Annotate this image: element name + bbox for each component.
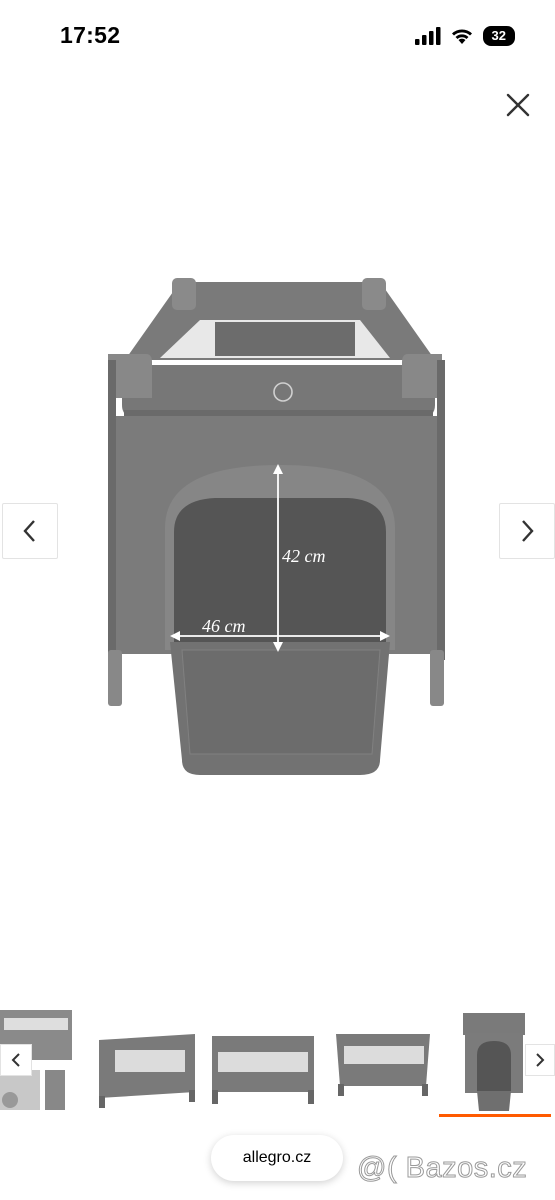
thumbnail[interactable]: [210, 1000, 318, 1112]
chevron-left-icon: [11, 1053, 20, 1067]
chevron-right-icon: [536, 1053, 545, 1067]
status-icons: 32: [414, 26, 515, 46]
active-thumbnail-indicator: [439, 1114, 551, 1117]
product-image: 42 cm 46 cm: [108, 278, 445, 775]
signal-icon: [414, 27, 441, 45]
wifi-icon: [451, 29, 472, 44]
thumbnail-active[interactable]: [455, 1003, 533, 1115]
thumbnails-previous-button[interactable]: [0, 1044, 32, 1076]
clock: 17:52: [60, 22, 121, 48]
chevron-right-icon: [522, 520, 534, 542]
thumbnail[interactable]: [330, 1000, 436, 1112]
thumbnails-next-button[interactable]: [525, 1044, 555, 1076]
height-dimension-label: 42 cm: [282, 546, 326, 566]
chevron-left-icon: [23, 520, 35, 542]
battery-indicator: 32: [482, 26, 515, 46]
url-pill[interactable]: allegro.cz: [211, 1135, 343, 1181]
status-bar: 17:52 32: [0, 0, 555, 70]
next-image-button[interactable]: [499, 503, 555, 559]
watermark: @( Bazos.cz: [356, 1152, 528, 1185]
close-button[interactable]: [503, 90, 533, 120]
close-icon: [506, 93, 530, 117]
width-dimension-label: 46 cm: [202, 616, 246, 636]
thumbnail[interactable]: [95, 1000, 203, 1112]
previous-image-button[interactable]: [2, 503, 58, 559]
